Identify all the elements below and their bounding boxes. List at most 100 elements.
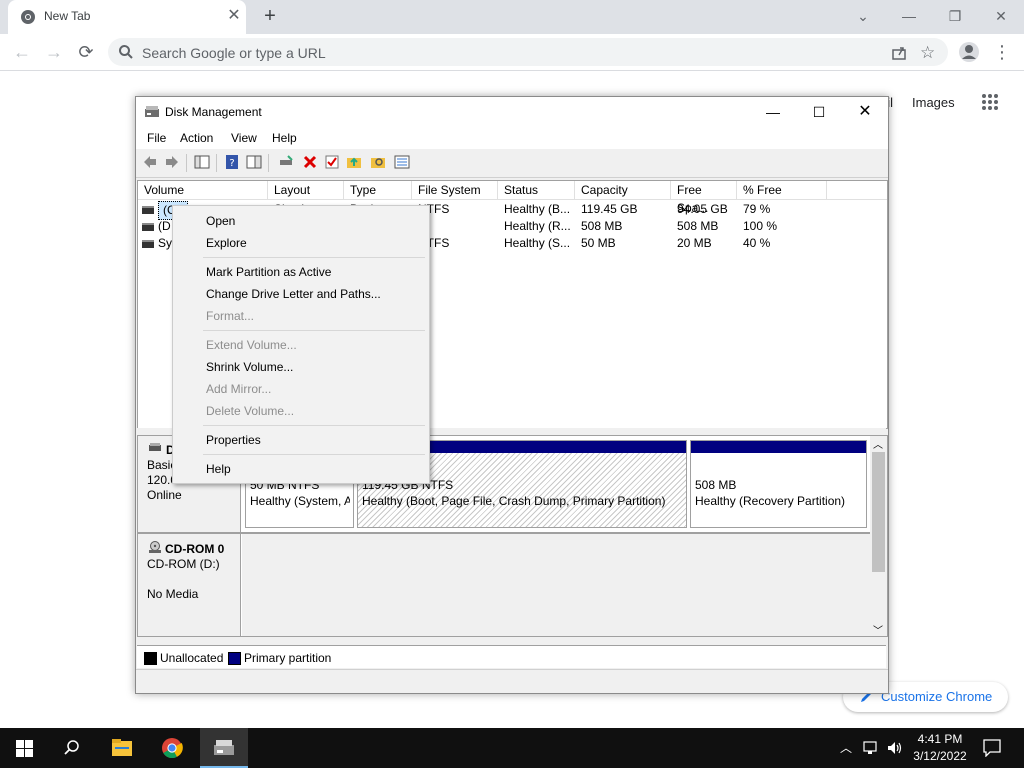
dm-close-icon[interactable]: ✕ bbox=[842, 97, 888, 127]
tab-new-tab[interactable]: New Tab ✕ bbox=[8, 0, 246, 34]
col-status[interactable]: Status bbox=[498, 181, 575, 199]
share-icon[interactable] bbox=[890, 44, 908, 62]
check-disk-icon[interactable] bbox=[324, 154, 340, 170]
ctx-format: Format... bbox=[206, 309, 255, 323]
chrome-taskbar-icon[interactable] bbox=[161, 737, 183, 759]
clock-time[interactable]: 4:41 PM bbox=[900, 732, 980, 746]
folder-up-icon[interactable] bbox=[346, 154, 362, 170]
ctx-extend-volume: Extend Volume... bbox=[206, 338, 297, 352]
context-menu: Open Explore Mark Partition as Active Ch… bbox=[172, 205, 430, 484]
ctx-delete-volume: Delete Volume... bbox=[206, 404, 295, 418]
cdrom-label[interactable]: CD-ROM 0 CD-ROM (D:) No Media bbox=[138, 534, 241, 636]
minimize-icon[interactable]: — bbox=[893, 4, 925, 28]
list-view-icon[interactable] bbox=[394, 154, 410, 170]
dm-title: Disk Management bbox=[165, 105, 262, 119]
back-arrow-icon[interactable] bbox=[142, 154, 158, 170]
delete-x-icon[interactable] bbox=[302, 154, 318, 170]
col-type[interactable]: Type bbox=[344, 181, 412, 199]
partition-status: Healthy (System, A bbox=[250, 494, 350, 508]
scroll-down-icon[interactable]: ﹀ bbox=[873, 622, 883, 636]
cell-volume: (D bbox=[158, 219, 171, 233]
omnibox[interactable]: Search Google or type a URL ☆ bbox=[108, 38, 948, 66]
menu-help[interactable]: Help bbox=[272, 131, 297, 145]
partition-recovery[interactable]: 508 MB Healthy (Recovery Partition) bbox=[690, 440, 867, 528]
col-capacity[interactable]: Capacity bbox=[575, 181, 671, 199]
toolbar-separator bbox=[186, 154, 187, 172]
scroll-up-icon[interactable]: ︿ bbox=[873, 436, 883, 451]
ctx-properties[interactable]: Properties bbox=[206, 433, 261, 447]
ctx-help[interactable]: Help bbox=[206, 462, 231, 476]
dm-maximize-icon[interactable]: ☐ bbox=[796, 97, 842, 127]
connect-disk-icon[interactable] bbox=[278, 154, 294, 170]
disk0-state: Online bbox=[147, 488, 182, 502]
col-file-system[interactable]: File System bbox=[412, 181, 498, 199]
back-icon[interactable]: ← bbox=[8, 38, 36, 66]
new-tab-button[interactable]: + bbox=[258, 4, 282, 28]
cdrom-empty-area bbox=[242, 534, 870, 636]
ctx-change-drive-letter[interactable]: Change Drive Letter and Paths... bbox=[206, 287, 381, 301]
menu-action[interactable]: Action bbox=[180, 131, 213, 145]
dm-titlebar[interactable]: Disk Management — ☐ ✕ bbox=[136, 97, 888, 127]
dm-minimize-icon[interactable]: — bbox=[750, 97, 796, 127]
profile-avatar-icon[interactable] bbox=[958, 41, 980, 63]
bookmark-star-icon[interactable]: ☆ bbox=[920, 44, 938, 62]
clock-date[interactable]: 3/12/2022 bbox=[900, 749, 980, 763]
partition-status: Healthy (Boot, Page File, Crash Dump, Pr… bbox=[362, 494, 666, 508]
notifications-icon[interactable] bbox=[983, 739, 1001, 757]
partition-status: Healthy (Recovery Partition) bbox=[695, 494, 846, 508]
ctx-separator bbox=[203, 330, 425, 331]
customize-chrome-label: Customize Chrome bbox=[881, 689, 993, 704]
cell-capacity: 50 MB bbox=[581, 236, 616, 250]
properties-pane-icon[interactable] bbox=[246, 154, 262, 170]
legend-unallocated: Unallocated bbox=[160, 651, 224, 665]
cell-pct: 79 % bbox=[743, 202, 771, 216]
windows-start-icon[interactable] bbox=[16, 740, 33, 757]
tab-title: New Tab bbox=[44, 9, 91, 23]
file-explorer-icon[interactable] bbox=[111, 738, 133, 758]
ctx-open[interactable]: Open bbox=[206, 214, 235, 228]
chrome-favicon-icon bbox=[21, 10, 35, 24]
forward-icon[interactable]: → bbox=[40, 38, 68, 66]
cell-pct: 40 % bbox=[743, 236, 771, 250]
cell-status: Healthy (S... bbox=[504, 236, 571, 250]
col-free-space[interactable]: Free Spa... bbox=[671, 181, 737, 215]
scroll-thumb[interactable] bbox=[872, 452, 885, 572]
taskbar-search-icon[interactable] bbox=[63, 739, 81, 757]
cdrom-drive: CD-ROM (D:) bbox=[147, 557, 220, 571]
legend-swatch-primary bbox=[228, 652, 241, 665]
forward-arrow-icon[interactable] bbox=[164, 154, 180, 170]
ctx-mark-active[interactable]: Mark Partition as Active bbox=[206, 265, 331, 279]
partition-bar bbox=[691, 441, 866, 453]
folder-search-icon[interactable] bbox=[370, 154, 386, 170]
menu-view[interactable]: View bbox=[231, 131, 257, 145]
network-icon[interactable] bbox=[863, 740, 881, 756]
console-tree-icon[interactable] bbox=[194, 154, 210, 170]
google-apps-icon[interactable] bbox=[981, 93, 999, 111]
help-book-icon[interactable]: ? bbox=[224, 154, 240, 170]
disk-view-scrollbar[interactable]: ︿ ﹀ bbox=[870, 436, 887, 636]
col-percent-free[interactable]: % Free bbox=[737, 181, 827, 199]
ctx-explore[interactable]: Explore bbox=[206, 236, 247, 250]
reload-icon[interactable]: ⟳ bbox=[72, 38, 100, 66]
cell-free: 508 MB bbox=[677, 219, 719, 233]
disk-management-taskbar-button[interactable] bbox=[200, 728, 248, 768]
chrome-menu-icon[interactable]: ⋮ bbox=[988, 38, 1016, 66]
cell-status: Healthy (R... bbox=[504, 219, 571, 233]
tray-overflow-icon[interactable]: ︿ bbox=[840, 739, 852, 756]
dm-statusbar bbox=[136, 669, 888, 692]
col-volume[interactable]: Volume bbox=[138, 181, 268, 199]
menu-file[interactable]: File bbox=[147, 131, 166, 145]
ctx-shrink-volume[interactable]: Shrink Volume... bbox=[206, 360, 293, 374]
col-layout[interactable]: Layout bbox=[268, 181, 344, 199]
cdrom-state: No Media bbox=[147, 587, 199, 601]
toolbar-separator bbox=[268, 154, 269, 172]
tab-search-icon[interactable]: ⌄ bbox=[847, 4, 879, 28]
ntp-images-link[interactable]: Images bbox=[912, 95, 955, 110]
cell-capacity: 119.45 GB bbox=[581, 202, 638, 216]
chrome-toolbar: ← → ⟳ Search Google or type a URL ☆ ⋮ bbox=[0, 34, 1024, 71]
restore-icon[interactable]: ❐ bbox=[939, 4, 971, 28]
tab-close-icon[interactable]: ✕ bbox=[224, 6, 244, 26]
cell-free: 20 MB bbox=[677, 236, 712, 250]
close-window-icon[interactable]: ✕ bbox=[985, 4, 1017, 28]
search-icon bbox=[119, 45, 133, 59]
